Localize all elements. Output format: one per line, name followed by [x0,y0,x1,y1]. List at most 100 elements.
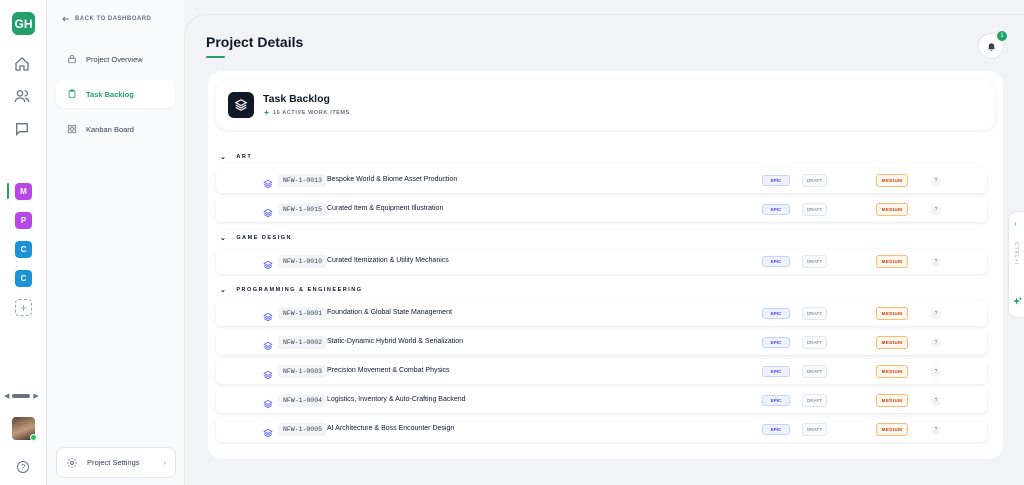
priority-badge[interactable]: MEDIUM [876,423,908,436]
status-badge[interactable]: DRAFT [802,394,827,407]
backlog-panel: Task Backlog 16 ACTIVE WORK ITEMS ⌄ ART NF… [208,71,1003,459]
notification-count-badge: 1 [997,31,1007,41]
priority-badge[interactable]: MEDIUM [876,365,908,378]
workspace-p[interactable]: P [15,212,32,229]
task-name: AI Architecture & Boss Encounter Design [327,425,455,432]
group-name: GAME DESIGN [236,235,292,241]
status-badge[interactable]: DRAFT [802,174,827,187]
back-to-dashboard-link[interactable]: BACK TO DASHBOARD [62,16,151,22]
type-badge[interactable]: EPIC [762,366,790,377]
assignee-unknown-badge[interactable]: ? [931,367,941,377]
project-nav: BACK TO DASHBOARD Project Overview Task … [47,0,184,485]
nav-item-label: Task Backlog [86,89,134,99]
online-status-dot [30,434,37,441]
assistant-side-tab[interactable]: ‹ CTRL+I [1008,211,1024,318]
status-badge[interactable]: DRAFT [802,336,827,349]
chevron-left-icon[interactable]: ‹ [1014,219,1017,228]
backlog-title: Task Backlog [263,93,330,105]
task-row[interactable]: NFW-1-0013 Bespoke World & Biome Asset Pr… [216,168,987,193]
status-badge[interactable]: DRAFT [802,203,827,216]
task-name: Curated Item & Equipment Illustration [327,205,444,212]
type-badge[interactable]: EPIC [762,424,790,435]
task-id: NFW-1-0013 [278,174,328,187]
chevron-down-icon[interactable]: ⌄ [220,234,227,242]
task-row[interactable]: NFW-1-0002 Static-Dynamic Hybrid World & … [216,330,987,355]
layers-icon [228,92,254,118]
scroll-right-icon[interactable]: ▶ [33,392,38,400]
assignee-unknown-badge[interactable]: ? [931,176,941,186]
ai-sparkle-icon[interactable] [1012,296,1023,307]
group-header[interactable]: ⌄ GAME DESIGN [220,234,292,242]
rail-scroll-control[interactable]: ◀ ▶ [4,391,44,401]
assignee-unknown-badge[interactable]: ? [931,257,941,267]
type-badge-label: EPIC [770,207,782,212]
workspace-c-1[interactable]: C [15,241,32,258]
task-row[interactable]: NFW-1-0003 Precision Movement & Combat Ph… [216,359,987,384]
workspace-m[interactable]: M [15,183,32,200]
nav-item-project-overview[interactable]: Project Overview [56,45,175,73]
home-icon[interactable] [14,56,30,72]
task-name: Precision Movement & Combat Physics [327,367,450,374]
type-badge[interactable]: EPIC [762,175,790,186]
priority-badge[interactable]: MEDIUM [876,174,908,187]
status-badge[interactable]: DRAFT [802,307,827,320]
lock-icon [68,54,76,64]
type-badge[interactable]: EPIC [762,395,790,406]
type-badge[interactable]: EPIC [762,308,790,319]
arrow-left-icon [62,16,69,22]
priority-badge[interactable]: MEDIUM [876,336,908,349]
chat-icon[interactable] [14,121,30,137]
nav-item-label: Kanban Board [86,124,134,134]
task-row[interactable]: NFW-1-0005 AI Architecture & Boss Encount… [216,417,987,442]
assignee-unknown-badge[interactable]: ? [931,338,941,348]
type-badge[interactable]: EPIC [762,204,790,215]
priority-badge[interactable]: MEDIUM [876,255,908,268]
epic-layers-icon [263,176,273,189]
workspace-c-2[interactable]: C [15,270,32,287]
assignee-unknown-badge[interactable]: ? [931,309,941,319]
task-row[interactable]: NFW-1-0004 Logistics, Inventory & Auto-Cr… [216,388,987,413]
scroll-left-icon[interactable]: ◀ [4,392,9,400]
type-badge[interactable]: EPIC [762,337,790,348]
type-badge-label: EPIC [770,369,782,374]
add-workspace-button[interactable]: + [15,299,32,316]
nav-item-task-backlog[interactable]: Task Backlog [56,80,175,108]
assignee-unknown-badge[interactable]: ? [931,425,941,435]
chevron-down-icon[interactable]: ⌄ [220,286,227,294]
app-rail: GH M P C C + ◀ ▶ ? [0,0,47,485]
active-items-count: 16 ACTIVE WORK ITEMS [273,109,350,116]
scroll-thumb[interactable] [12,394,31,398]
nav-item-kanban-board[interactable]: Kanban Board [56,115,175,143]
users-icon[interactable] [14,88,30,104]
priority-badge[interactable]: MEDIUM [876,307,908,320]
task-row[interactable]: NFW-1-0001 Foundation & Global State Mana… [216,301,987,326]
priority-badge[interactable]: MEDIUM [876,394,908,407]
task-row[interactable]: NFW-1-0015 Curated Item & Equipment Illus… [216,197,987,222]
project-settings-button[interactable]: Project Settings › [56,447,176,478]
settings-label: Project Settings [87,458,140,467]
epic-layers-icon [263,396,273,409]
status-badge[interactable]: DRAFT [802,255,827,268]
type-badge-label: EPIC [770,311,782,316]
app-logo[interactable]: GH [12,12,35,35]
task-name: Static-Dynamic Hybrid World & Serializat… [327,338,464,345]
group-header[interactable]: ⌄ ART [220,153,252,161]
task-id: NFW-1-0002 [278,336,328,349]
task-row[interactable]: NFW-1-0010 Curated Itemization & Utility … [216,249,987,274]
epic-layers-icon [263,257,273,270]
task-id: NFW-1-0015 [278,203,328,216]
status-badge[interactable]: DRAFT [802,423,827,436]
backlog-header-card: Task Backlog 16 ACTIVE WORK ITEMS [216,80,995,130]
priority-badge[interactable]: MEDIUM [876,203,908,216]
group-header[interactable]: ⌄ PROGRAMMING & ENGINEERING [220,286,363,294]
assignee-unknown-badge[interactable]: ? [931,205,941,215]
task-name: Curated Itemization & Utility Mechanics [327,257,449,264]
epic-layers-icon [263,309,273,322]
status-badge[interactable]: DRAFT [802,365,827,378]
task-name: Logistics, Inventory & Auto-Crafting Bac… [327,396,466,403]
assignee-unknown-badge[interactable]: ? [931,396,941,406]
help-icon[interactable]: ? [17,461,29,473]
type-badge[interactable]: EPIC [762,256,790,267]
epic-layers-icon [263,338,273,351]
chevron-down-icon[interactable]: ⌄ [220,153,227,161]
